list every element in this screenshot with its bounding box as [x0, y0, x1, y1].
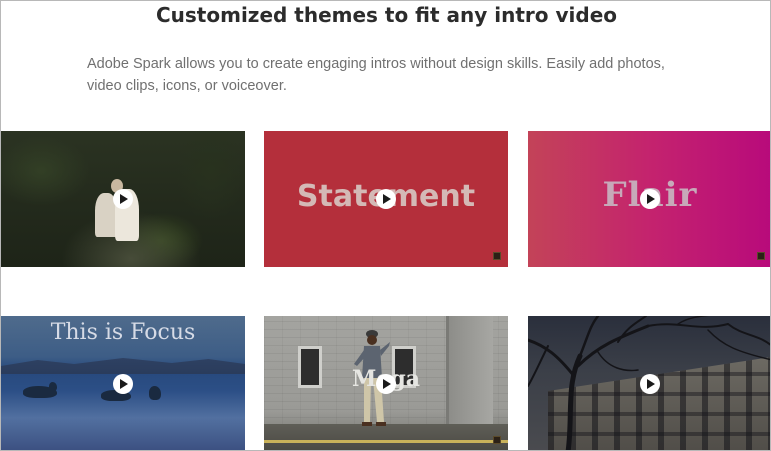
play-icon[interactable]: [640, 189, 660, 209]
section-heading: Customized themes to fit any intro video: [155, 3, 617, 27]
bird-silhouette: [149, 386, 161, 400]
play-icon[interactable]: [640, 374, 660, 394]
play-icon[interactable]: [376, 189, 396, 209]
street-line-decoration: [264, 440, 508, 443]
bird-silhouette: [49, 382, 57, 391]
page: Customized themes to fit any intro video…: [0, 0, 771, 451]
theme-card-mega[interactable]: Mega: [264, 316, 508, 450]
play-icon[interactable]: [376, 374, 396, 394]
adobe-spark-badge-icon: [493, 252, 501, 260]
play-icon[interactable]: [113, 189, 133, 209]
adobe-spark-badge-icon: [757, 252, 765, 260]
play-icon[interactable]: [113, 374, 133, 394]
street-decoration: [264, 424, 508, 450]
theme-card-building[interactable]: [528, 316, 770, 450]
section-description: Adobe Spark allows you to create engagin…: [87, 56, 665, 94]
theme-card-statement[interactable]: Statement: [264, 131, 508, 267]
theme-card-focus[interactable]: This is Focus: [1, 316, 245, 450]
theme-card-flair[interactable]: Flair: [528, 131, 770, 267]
adobe-spark-badge-icon: [493, 436, 501, 444]
hill-silhouette-decoration: [1, 358, 245, 374]
theme-card-forest[interactable]: [1, 131, 245, 267]
theme-title: This is Focus: [50, 320, 196, 345]
